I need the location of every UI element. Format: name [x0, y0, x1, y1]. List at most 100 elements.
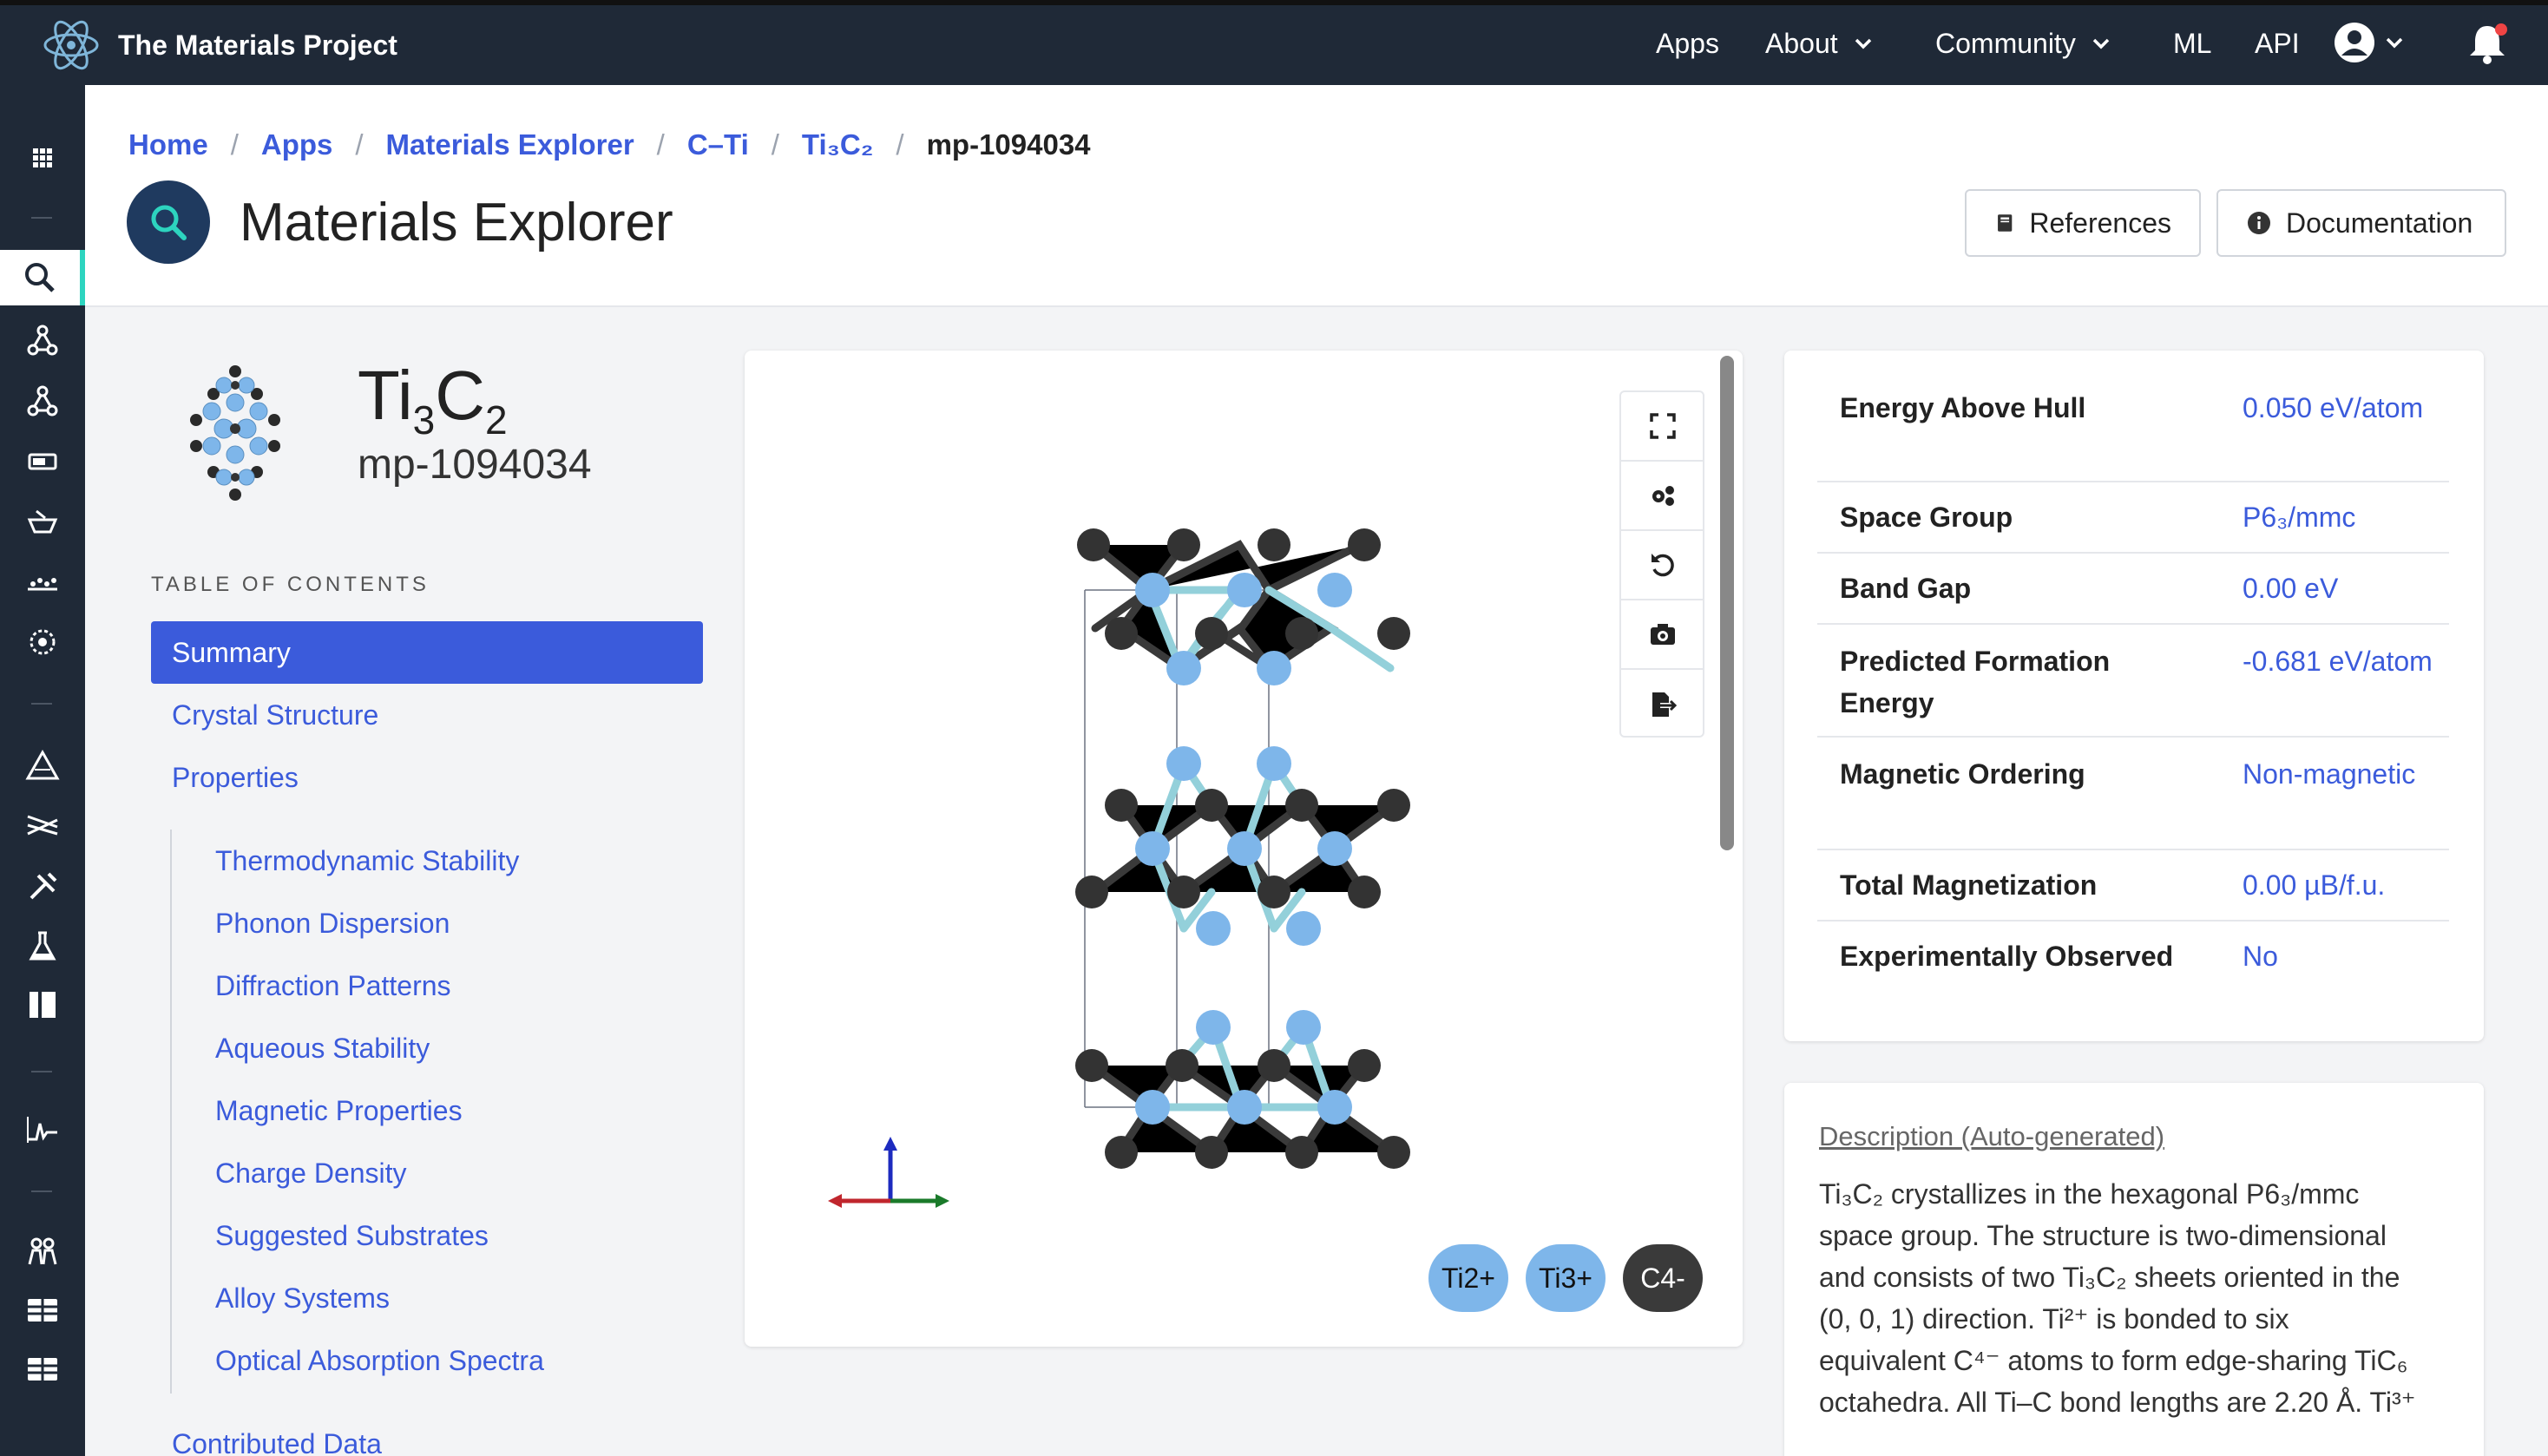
user-menu[interactable]	[2333, 19, 2406, 66]
property-key: Experimentally Observed	[1840, 941, 2174, 972]
axes-indicator	[828, 1137, 949, 1208]
property-row: Energy Above Hull 0.050 eV/atom	[1817, 370, 2449, 482]
property-value[interactable]: No	[2243, 935, 2442, 977]
property-key: Energy Above Hull	[1840, 392, 2086, 423]
settings-button[interactable]	[1621, 462, 1704, 531]
surface-icon	[28, 578, 57, 591]
formula-part: Ti	[358, 357, 413, 434]
legend-ti2-badge[interactable]: Ti2+	[1428, 1244, 1508, 1312]
rail-table[interactable]	[0, 1282, 85, 1338]
toc-item-properties[interactable]: Properties	[172, 762, 299, 794]
toc-item-contributed-data[interactable]: Contributed Data	[172, 1428, 382, 1456]
material-formula: Ti3C2	[358, 356, 508, 443]
nav-ml[interactable]: ML	[2173, 23, 2211, 64]
viewer-scrollbar[interactable]	[1720, 356, 1734, 850]
toc-heading: TABLE OF CONTENTS	[151, 573, 430, 596]
toc-subitem[interactable]: Charge Density	[215, 1158, 407, 1190]
nav-api-label: API	[2255, 28, 2300, 59]
toc-item-crystal-structure[interactable]: Crystal Structure	[172, 699, 378, 731]
breadcrumb-chemsys[interactable]: C–Ti	[687, 128, 749, 161]
rail-synthesis[interactable]	[0, 859, 85, 915]
nav-community[interactable]: Community	[1935, 23, 2111, 64]
formula-subscript: 2	[485, 397, 508, 443]
description-line: (0, 0, 1) direction. Ti²⁺ is bonded to s…	[1819, 1303, 2289, 1335]
breadcrumb-materials-explorer[interactable]: Materials Explorer	[386, 128, 634, 161]
rail-xas[interactable]	[0, 977, 85, 1033]
spectrum-icon	[27, 1117, 57, 1143]
description-title[interactable]: Description (Auto-generated)	[1819, 1121, 2164, 1152]
rail-table-2[interactable]	[0, 1341, 85, 1397]
camera-icon	[1651, 624, 1675, 645]
description-line: space group. The structure is two-dimens…	[1819, 1220, 2387, 1251]
breadcrumb-formula[interactable]: Ti₃C₂	[802, 128, 873, 161]
toc-subitem[interactable]: Phonon Dispersion	[215, 908, 450, 940]
description-card: Description (Auto-generated) Ti₃C₂ cryst…	[1784, 1083, 2484, 1456]
people-icon	[28, 1237, 57, 1265]
rail-spectra[interactable]	[0, 1102, 85, 1158]
property-value[interactable]: 0.00 eV	[2243, 567, 2442, 609]
breadcrumb: Home / Apps / Materials Explorer / C–Ti / Ti…	[128, 128, 1091, 161]
formula-part: C	[435, 357, 486, 434]
breadcrumb-separator: /	[656, 128, 665, 161]
legend-c4-badge[interactable]: C4-	[1623, 1244, 1703, 1312]
formula-subscript: 3	[412, 397, 436, 443]
top-navbar: The Materials Project Apps About Communi…	[0, 0, 2548, 85]
rail-nanoporous[interactable]	[0, 614, 85, 670]
table-icon	[28, 1358, 57, 1381]
toc-subitem[interactable]: Suggested Substrates	[215, 1220, 489, 1252]
rail-catalysis[interactable]	[0, 495, 85, 550]
rail-reactions[interactable]	[0, 918, 85, 974]
rail-battery[interactable]	[0, 434, 85, 489]
toc-subitem[interactable]: Magnetic Properties	[215, 1095, 463, 1127]
rail-materials-explorer[interactable]	[0, 250, 85, 305]
search-icon	[151, 205, 187, 240]
notifications-bell[interactable]	[2463, 19, 2512, 68]
screenshot-button[interactable]	[1621, 600, 1704, 670]
flask-icon	[29, 931, 56, 961]
documentation-button[interactable]: Documentation	[2216, 189, 2506, 257]
references-button[interactable]: References	[1965, 189, 2201, 257]
grid-icon	[33, 148, 52, 167]
rail-people[interactable]	[0, 1223, 85, 1279]
reset-view-button[interactable]	[1621, 531, 1704, 600]
structure-viewer[interactable]: Ti2+ Ti3+ C4-	[745, 351, 1743, 1347]
rail-pourbaix[interactable]	[0, 798, 85, 854]
property-value[interactable]: 0.00 µB/f.u.	[2243, 864, 2468, 906]
toc-item-summary[interactable]: Summary	[151, 621, 703, 684]
toc-subitem[interactable]: Aqueous Stability	[215, 1033, 430, 1065]
molecule-icon	[27, 385, 58, 416]
molecule-icon	[27, 325, 58, 356]
toc-subitem[interactable]: Diffraction Patterns	[215, 970, 451, 1002]
book-icon	[1998, 214, 2013, 232]
description-line: octahedra. All Ti–C bond lengths are 2.2…	[1819, 1387, 2416, 1418]
property-value[interactable]: Non-magnetic	[2243, 753, 2442, 795]
gear-structure-icon	[30, 629, 56, 655]
export-button[interactable]	[1621, 670, 1704, 739]
rail-molecules-2[interactable]	[0, 373, 85, 429]
tools-icon	[30, 872, 57, 900]
nav-apps-label: Apps	[1656, 28, 1719, 59]
breadcrumb-current: mp-1094034	[926, 128, 1091, 161]
fullscreen-button[interactable]	[1621, 392, 1704, 462]
search-icon	[25, 263, 55, 292]
toc-subitem[interactable]: Alloy Systems	[215, 1282, 390, 1315]
property-row: Space Group P6₃/mmc	[1817, 482, 2449, 554]
breadcrumb-home[interactable]: Home	[128, 128, 208, 161]
table-icon	[28, 1299, 57, 1322]
pourbaix-icon	[27, 815, 58, 836]
nav-apps[interactable]: Apps	[1656, 23, 1719, 64]
property-value[interactable]: P6₃/mmc	[2243, 496, 2442, 538]
brand-link[interactable]: The Materials Project	[38, 12, 397, 78]
property-value[interactable]: -0.681 eV/atom	[2243, 640, 2442, 682]
legend-ti3-badge[interactable]: Ti3+	[1526, 1244, 1606, 1312]
toc-subitem[interactable]: Thermodynamic Stability	[215, 845, 519, 877]
rail-apps[interactable]	[0, 130, 85, 186]
property-value[interactable]: 0.050 eV/atom	[2243, 387, 2442, 429]
rail-surfaces[interactable]	[0, 554, 85, 609]
rail-phase-diagram[interactable]	[0, 738, 85, 793]
rail-molecules[interactable]	[0, 312, 85, 368]
toc-subitem[interactable]: Optical Absorption Spectra	[215, 1345, 544, 1377]
breadcrumb-apps[interactable]: Apps	[261, 128, 333, 161]
nav-api[interactable]: API	[2255, 23, 2300, 64]
nav-about[interactable]: About	[1765, 23, 1873, 64]
